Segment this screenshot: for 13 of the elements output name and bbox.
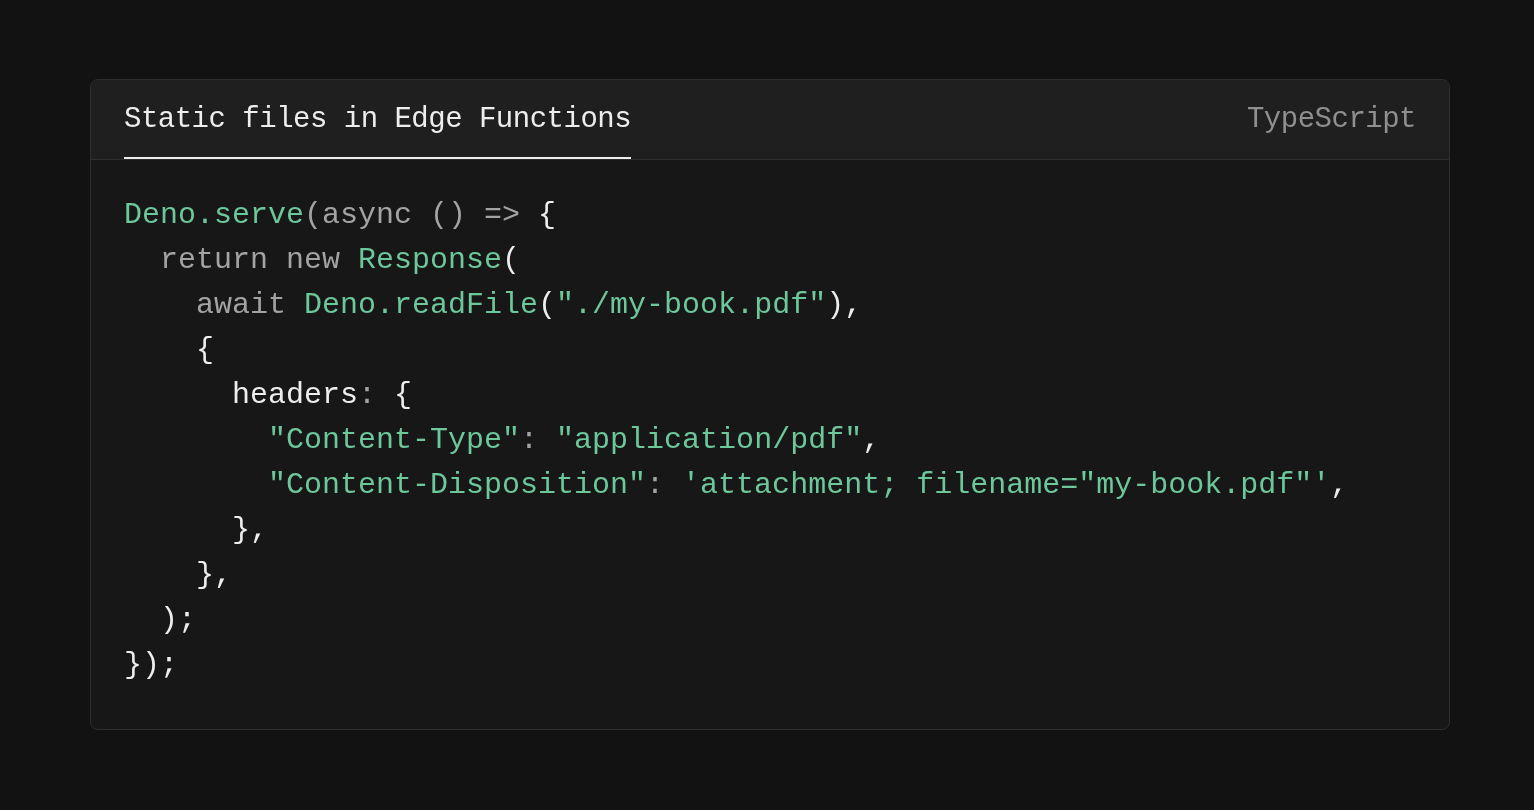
code-line: await Deno.readFile("./my-book.pdf"), xyxy=(195,287,863,324)
code-line: }, xyxy=(195,557,233,594)
code-line: return new Response( xyxy=(159,242,521,279)
code-line: { xyxy=(195,332,214,369)
code-line: }, xyxy=(231,512,269,549)
code-line: "Content-Type": "application/pdf", xyxy=(267,422,881,459)
language-label: TypeScript xyxy=(1246,101,1416,138)
code-line: "Content-Disposition": 'attachment; filename="my-book.pdf"', xyxy=(267,467,1349,504)
code-line: }); xyxy=(124,647,178,684)
code-line: ); xyxy=(159,602,196,639)
code-line: Deno.serve(async () => { xyxy=(124,197,557,234)
code-line: headers: { xyxy=(231,377,413,414)
tab[interactable]: Static files in Edge Functions xyxy=(124,80,632,159)
